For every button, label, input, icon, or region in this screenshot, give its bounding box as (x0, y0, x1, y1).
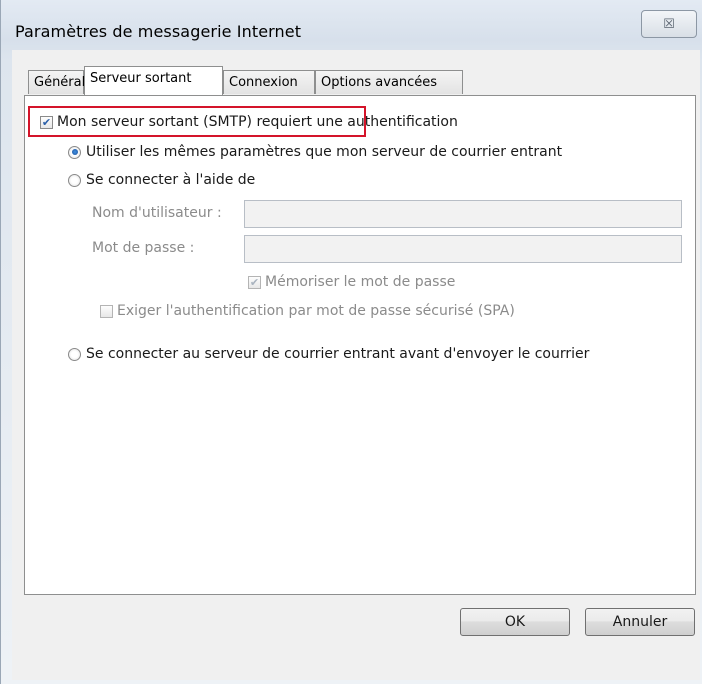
tab-label: Serveur sortant (90, 71, 192, 86)
ok-button[interactable]: OK (460, 608, 570, 636)
remember-password-checkbox[interactable]: ✔ (248, 275, 261, 289)
connect-incoming-first-row[interactable]: Se connecter au serveur de courrier entr… (68, 346, 589, 362)
connect-using-row[interactable]: Se connecter à l'aide de (68, 172, 255, 188)
require-spa-row[interactable]: Exiger l'authentification par mot de pas… (100, 303, 515, 319)
cancel-button[interactable]: Annuler (585, 608, 695, 636)
connect-using-label: Se connecter à l'aide de (86, 172, 256, 188)
connect-using-radio[interactable] (68, 173, 81, 187)
tab-label: Connexion (229, 75, 298, 90)
use-same-settings-row[interactable]: Utiliser les mêmes paramètres que mon se… (68, 144, 562, 160)
remember-password-label: Mémoriser le mot de passe (265, 274, 456, 290)
close-button[interactable]: ☒ (641, 10, 697, 38)
window-title: Paramètres de messagerie Internet (15, 22, 302, 41)
require-spa-label: Exiger l'authentification par mot de pas… (117, 303, 515, 319)
username-field[interactable] (244, 200, 682, 228)
password-field[interactable] (244, 235, 682, 263)
use-same-settings-radio[interactable] (68, 145, 81, 159)
require-spa-checkbox[interactable] (100, 304, 113, 318)
cancel-button-label: Annuler (612, 614, 668, 630)
close-icon: ☒ (663, 16, 675, 32)
username-label: Nom d'utilisateur : (92, 205, 222, 221)
tab-label: Général (34, 75, 86, 90)
remember-password-row[interactable]: ✔ Mémoriser le mot de passe (248, 274, 455, 290)
tab-connection[interactable]: Connexion (223, 70, 315, 94)
password-label: Mot de passe : (92, 240, 195, 256)
tab-outgoing-server[interactable]: Serveur sortant (84, 66, 223, 95)
connect-incoming-first-label: Se connecter au serveur de courrier entr… (86, 346, 590, 362)
radio-selected-dot (71, 149, 78, 155)
tab-general[interactable]: Général (28, 70, 86, 94)
connect-incoming-first-radio[interactable] (68, 347, 81, 361)
password-label-row: Mot de passe : (92, 240, 194, 256)
ok-button-label: OK (504, 614, 526, 630)
tab-label: Options avancées (321, 75, 438, 90)
use-same-settings-label: Utiliser les mêmes paramètres que mon se… (86, 144, 563, 160)
highlight-box (28, 106, 366, 137)
tab-advanced-options[interactable]: Options avancées (315, 70, 463, 94)
tab-panel-outgoing-server (24, 95, 696, 595)
username-label-row: Nom d'utilisateur : (92, 205, 222, 221)
